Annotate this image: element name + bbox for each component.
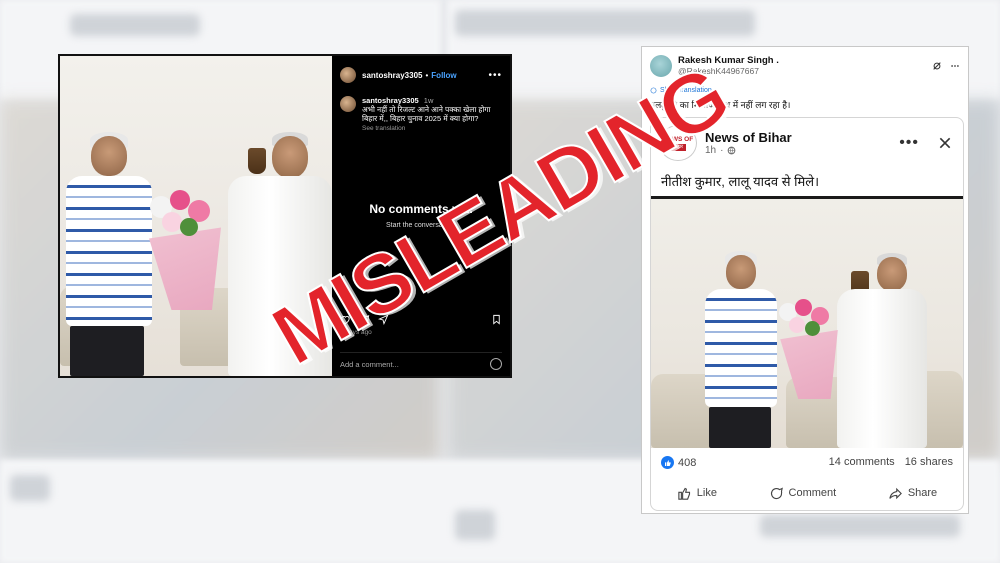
shares-count[interactable]: 16 shares (905, 456, 953, 468)
share-label: Share (907, 487, 938, 499)
username[interactable]: santoshray3305 (362, 71, 422, 80)
header-icons (932, 61, 960, 71)
comment-icon (770, 487, 783, 499)
close-icon[interactable] (937, 135, 953, 151)
trousers (709, 407, 771, 448)
wall-lamp (248, 148, 266, 174)
instagram-photo (60, 56, 332, 376)
flower (805, 321, 820, 336)
head (726, 255, 756, 289)
instagram-side-panel: santoshray3305 • Follow ••• santoshray33… (332, 56, 510, 376)
news-of-bihar-logo[interactable]: NEWS OF बिहार (659, 125, 697, 161)
instagram-post-screenshot: santoshray3305 • Follow ••• santoshray33… (58, 54, 512, 378)
no-comments-heading: No comments yet. (369, 202, 473, 216)
post-header: santoshray3305 • Follow ••• (340, 66, 502, 84)
post-time: 1h · (705, 145, 792, 156)
like-reaction-icon (661, 456, 674, 469)
add-comment-field[interactable]: Add a comment... (340, 352, 502, 371)
author-handle[interactable]: @RakeshK44967667 (678, 66, 779, 77)
emoji-icon[interactable] (490, 358, 502, 370)
engagement-stats: 14 comments 16 shares (829, 456, 953, 468)
blur-bar (10, 475, 50, 501)
author-name[interactable]: Rakesh Kumar Singh . (678, 55, 779, 66)
photo-scene (60, 56, 332, 376)
grok-icon[interactable] (932, 61, 942, 71)
flower-bouquet (120, 160, 230, 310)
reactions-count: 408 (678, 456, 697, 469)
page-info: News of Bihar 1h · (705, 130, 792, 156)
thumbs-up-icon (678, 487, 690, 500)
comment-label: Comment (788, 487, 837, 499)
x-post-screenshot: Rakesh Kumar Singh . @RakeshK44967667 Sh… (641, 46, 969, 514)
caption-avatar[interactable] (340, 96, 356, 112)
blur-bar (455, 510, 495, 540)
x-post-header: Rakesh Kumar Singh . @RakeshK44967667 (650, 53, 960, 79)
caption-body: santoshray3305 1w अभी नहीं तो रिजल्ट आने… (362, 96, 504, 133)
blur-bar (760, 515, 960, 537)
comments-count[interactable]: 14 comments (829, 456, 895, 468)
page-name[interactable]: News of Bihar (705, 130, 792, 145)
flower (789, 317, 805, 333)
start-conversation-text: Start the conversation. (385, 222, 457, 229)
globe-icon (728, 146, 736, 155)
author-names: Rakesh Kumar Singh . @RakeshK44967667 (678, 55, 779, 77)
flower (180, 218, 198, 236)
fb-post-text: नीतीश कुमार, लालू यादव से मिले। (661, 174, 820, 189)
logo-text-bottom: बिहार (669, 143, 687, 151)
photo-scene (651, 199, 963, 448)
blur-bar (455, 10, 755, 36)
caption-age: 1w (423, 96, 434, 105)
white-kurta (228, 176, 332, 376)
like-label: Like (696, 487, 717, 499)
more-options-icon[interactable]: ••• (488, 70, 502, 81)
caption: santoshray3305 1w अभी नहीं तो रिजल्ट आने… (340, 96, 504, 133)
comment-icon[interactable] (359, 314, 370, 325)
separator-dot: • (425, 70, 429, 80)
avatar[interactable] (650, 55, 672, 77)
bookmark-icon[interactable] (491, 314, 502, 325)
trousers (70, 326, 144, 376)
like-button[interactable]: Like (677, 486, 717, 501)
blur-bar (70, 14, 200, 36)
head (877, 257, 907, 291)
fb-post-photo[interactable] (651, 199, 963, 448)
show-translation-link[interactable]: Show translation (650, 87, 712, 94)
show-translation-label: Show translation (660, 87, 712, 94)
logo-text-top: NEWS OF (662, 135, 694, 143)
reactions-summary[interactable]: 408 (661, 456, 696, 469)
share-button[interactable]: Share (888, 486, 937, 501)
more-options-icon[interactable] (950, 61, 960, 71)
follow-button[interactable]: Follow (431, 71, 456, 80)
heart-icon[interactable] (340, 314, 351, 325)
white-kurta (837, 289, 927, 448)
flower-bouquet (755, 273, 845, 403)
embedded-facebook-post: NEWS OF बिहार News of Bihar 1h · ••• नीत… (650, 117, 964, 511)
flower (162, 212, 182, 232)
globe-icon (650, 87, 657, 94)
add-comment-placeholder: Add a comment... (340, 359, 399, 369)
post-date: 7 days ago (340, 329, 372, 336)
comment-button[interactable]: Comment (769, 486, 837, 501)
share-arrow-icon (889, 487, 902, 499)
fb-post-header: NEWS OF बिहार News of Bihar 1h · ••• (659, 124, 953, 162)
separator-dot: · (720, 145, 724, 156)
bouquet-wrap (149, 227, 221, 310)
fb-action-bar: Like Comment Share (651, 478, 963, 508)
avatar[interactable] (340, 67, 356, 83)
post-time-text[interactable]: 1h (705, 145, 716, 156)
flower (795, 299, 812, 316)
more-options-icon[interactable]: ••• (899, 134, 919, 152)
head (272, 136, 308, 178)
action-bar (340, 312, 502, 326)
caption-username[interactable]: santoshray3305 (362, 96, 419, 105)
caption-text: अभी नहीं तो रिजल्ट आने आने पक्का खेला हो… (362, 105, 491, 123)
see-translation-link[interactable]: See translation (362, 125, 405, 132)
post-text: पलटू जी का मिजाज हाथ में नहीं लग रहा है। (650, 100, 791, 110)
share-icon[interactable] (378, 313, 389, 325)
flower (170, 190, 190, 210)
